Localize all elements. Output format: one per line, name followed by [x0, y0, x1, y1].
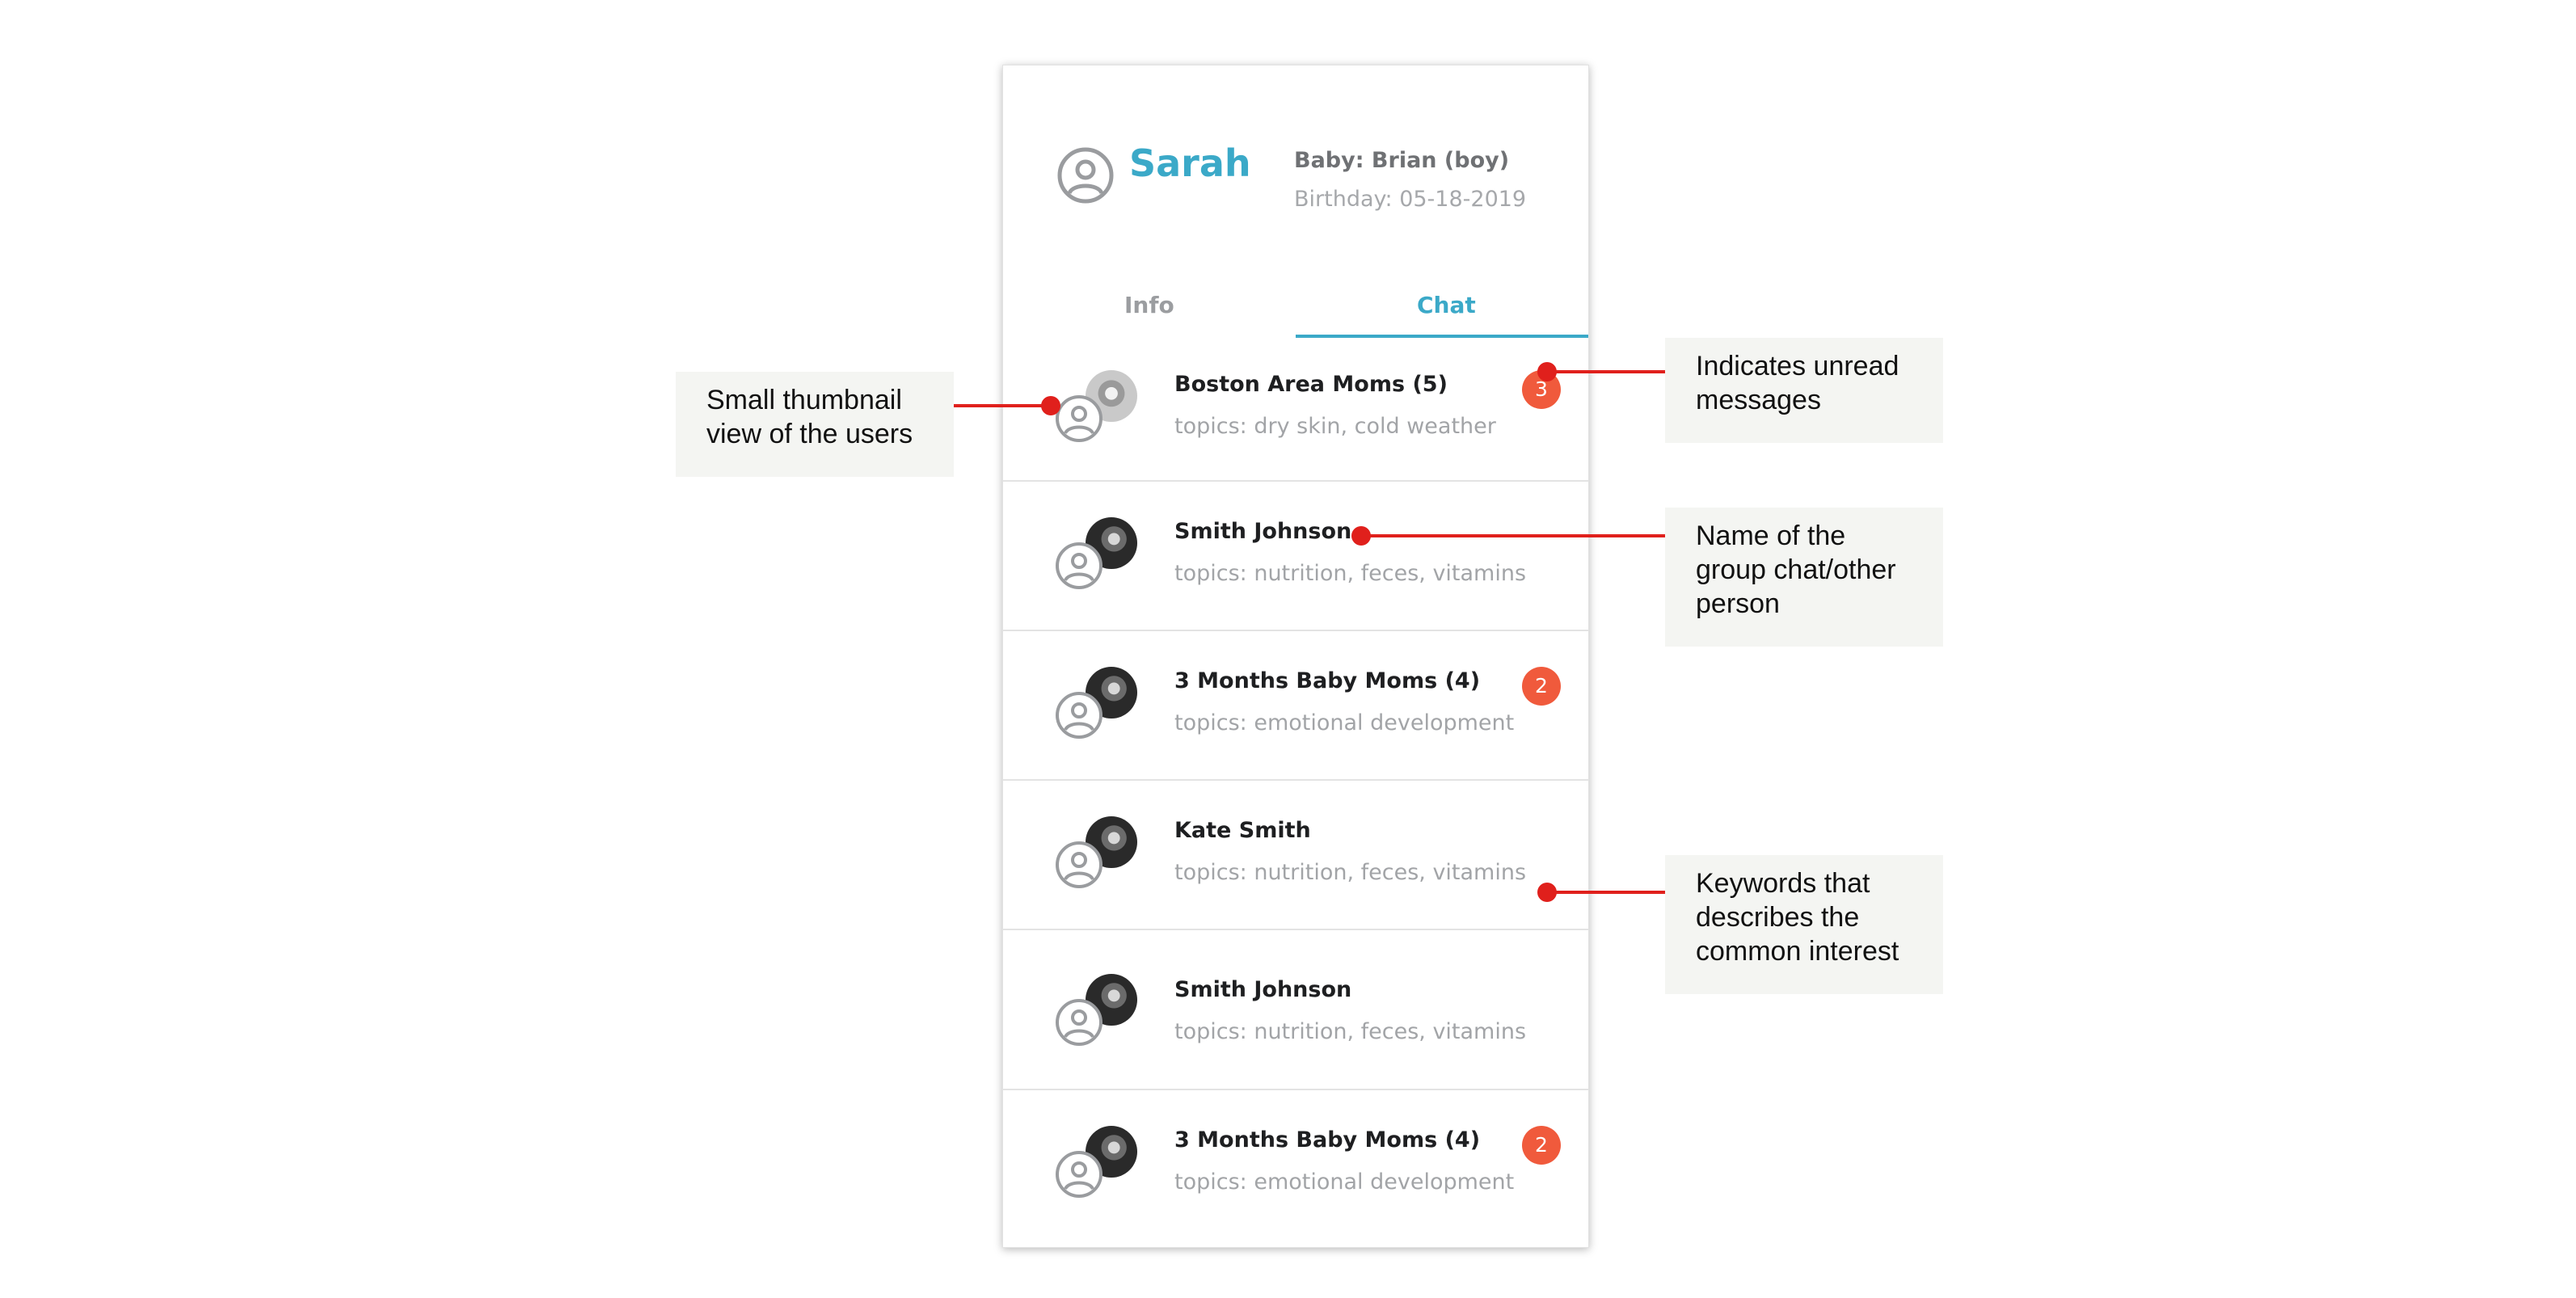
chat-topics: topics: nutrition, feces, vitamins [1174, 860, 1527, 885]
member-user-icon [1056, 999, 1102, 1046]
member-user-icon [1056, 1151, 1102, 1198]
member-user-icon [1056, 841, 1102, 888]
annotation-thumbnail: Small thumbnail view of the users [676, 372, 954, 477]
annotation-connector [1547, 891, 1665, 894]
unread-badge: 2 [1522, 667, 1561, 706]
profile-name: Sarah [1129, 141, 1251, 185]
chat-name: 3 Months Baby Moms (4) [1174, 1127, 1481, 1153]
baby-info: Baby: Brian (boy) [1294, 148, 1510, 173]
member-user-icon [1056, 395, 1102, 442]
annotation-marker [1041, 396, 1060, 415]
unread-badge: 2 [1522, 1126, 1561, 1165]
chat-topics: topics: nutrition, feces, vitamins [1174, 561, 1527, 586]
chat-name: Smith Johnson [1174, 977, 1352, 1002]
chat-topics: topics: nutrition, feces, vitamins [1174, 1019, 1527, 1044]
chat-list-item[interactable]: 3 Months Baby Moms (4) topics: emotional… [1003, 1090, 1588, 1245]
member-user-icon [1056, 692, 1102, 739]
annotation-connector [1361, 534, 1665, 537]
chat-name: Kate Smith [1174, 818, 1311, 843]
chat-topics: topics: emotional development [1174, 710, 1515, 735]
chat-list-item[interactable]: Kate Smith topics: nutrition, feces, vit… [1003, 781, 1588, 930]
chat-name: 3 Months Baby Moms (4) [1174, 668, 1481, 693]
annotation-marker [1537, 362, 1557, 381]
annotation-connector [954, 404, 1051, 407]
member-user-icon [1056, 542, 1102, 589]
chat-list-item[interactable]: Boston Area Moms (5) topics: dry skin, c… [1003, 338, 1588, 482]
tab-info[interactable]: Info [1124, 292, 1174, 318]
chat-list-item[interactable]: Smith Johnson topics: nutrition, feces, … [1003, 930, 1588, 1090]
birthday-info: Birthday: 05-18-2019 [1294, 187, 1527, 212]
annotation-unread: Indicates unread messages [1665, 338, 1943, 443]
annotation-connector [1547, 370, 1665, 373]
chat-topics: topics: emotional development [1174, 1169, 1515, 1195]
annotation-name: Name of the group chat/other person [1665, 508, 1943, 647]
chat-name: Smith Johnson [1174, 519, 1352, 544]
chat-list-item[interactable]: 3 Months Baby Moms (4) topics: emotional… [1003, 631, 1588, 781]
tab-chat[interactable]: Chat [1417, 292, 1476, 318]
annotation-marker [1351, 526, 1371, 546]
profile-user-icon[interactable] [1056, 146, 1115, 204]
chat-list-item[interactable]: Smith Johnson topics: nutrition, feces, … [1003, 482, 1588, 631]
annotation-marker [1537, 883, 1557, 902]
chat-topics: topics: dry skin, cold weather [1174, 414, 1496, 439]
annotation-keywords: Keywords that describes the common inter… [1665, 855, 1943, 994]
chat-screen: Sarah Baby: Brian (boy) Birthday: 05-18-… [1002, 65, 1589, 1248]
chat-name: Boston Area Moms (5) [1174, 372, 1448, 397]
